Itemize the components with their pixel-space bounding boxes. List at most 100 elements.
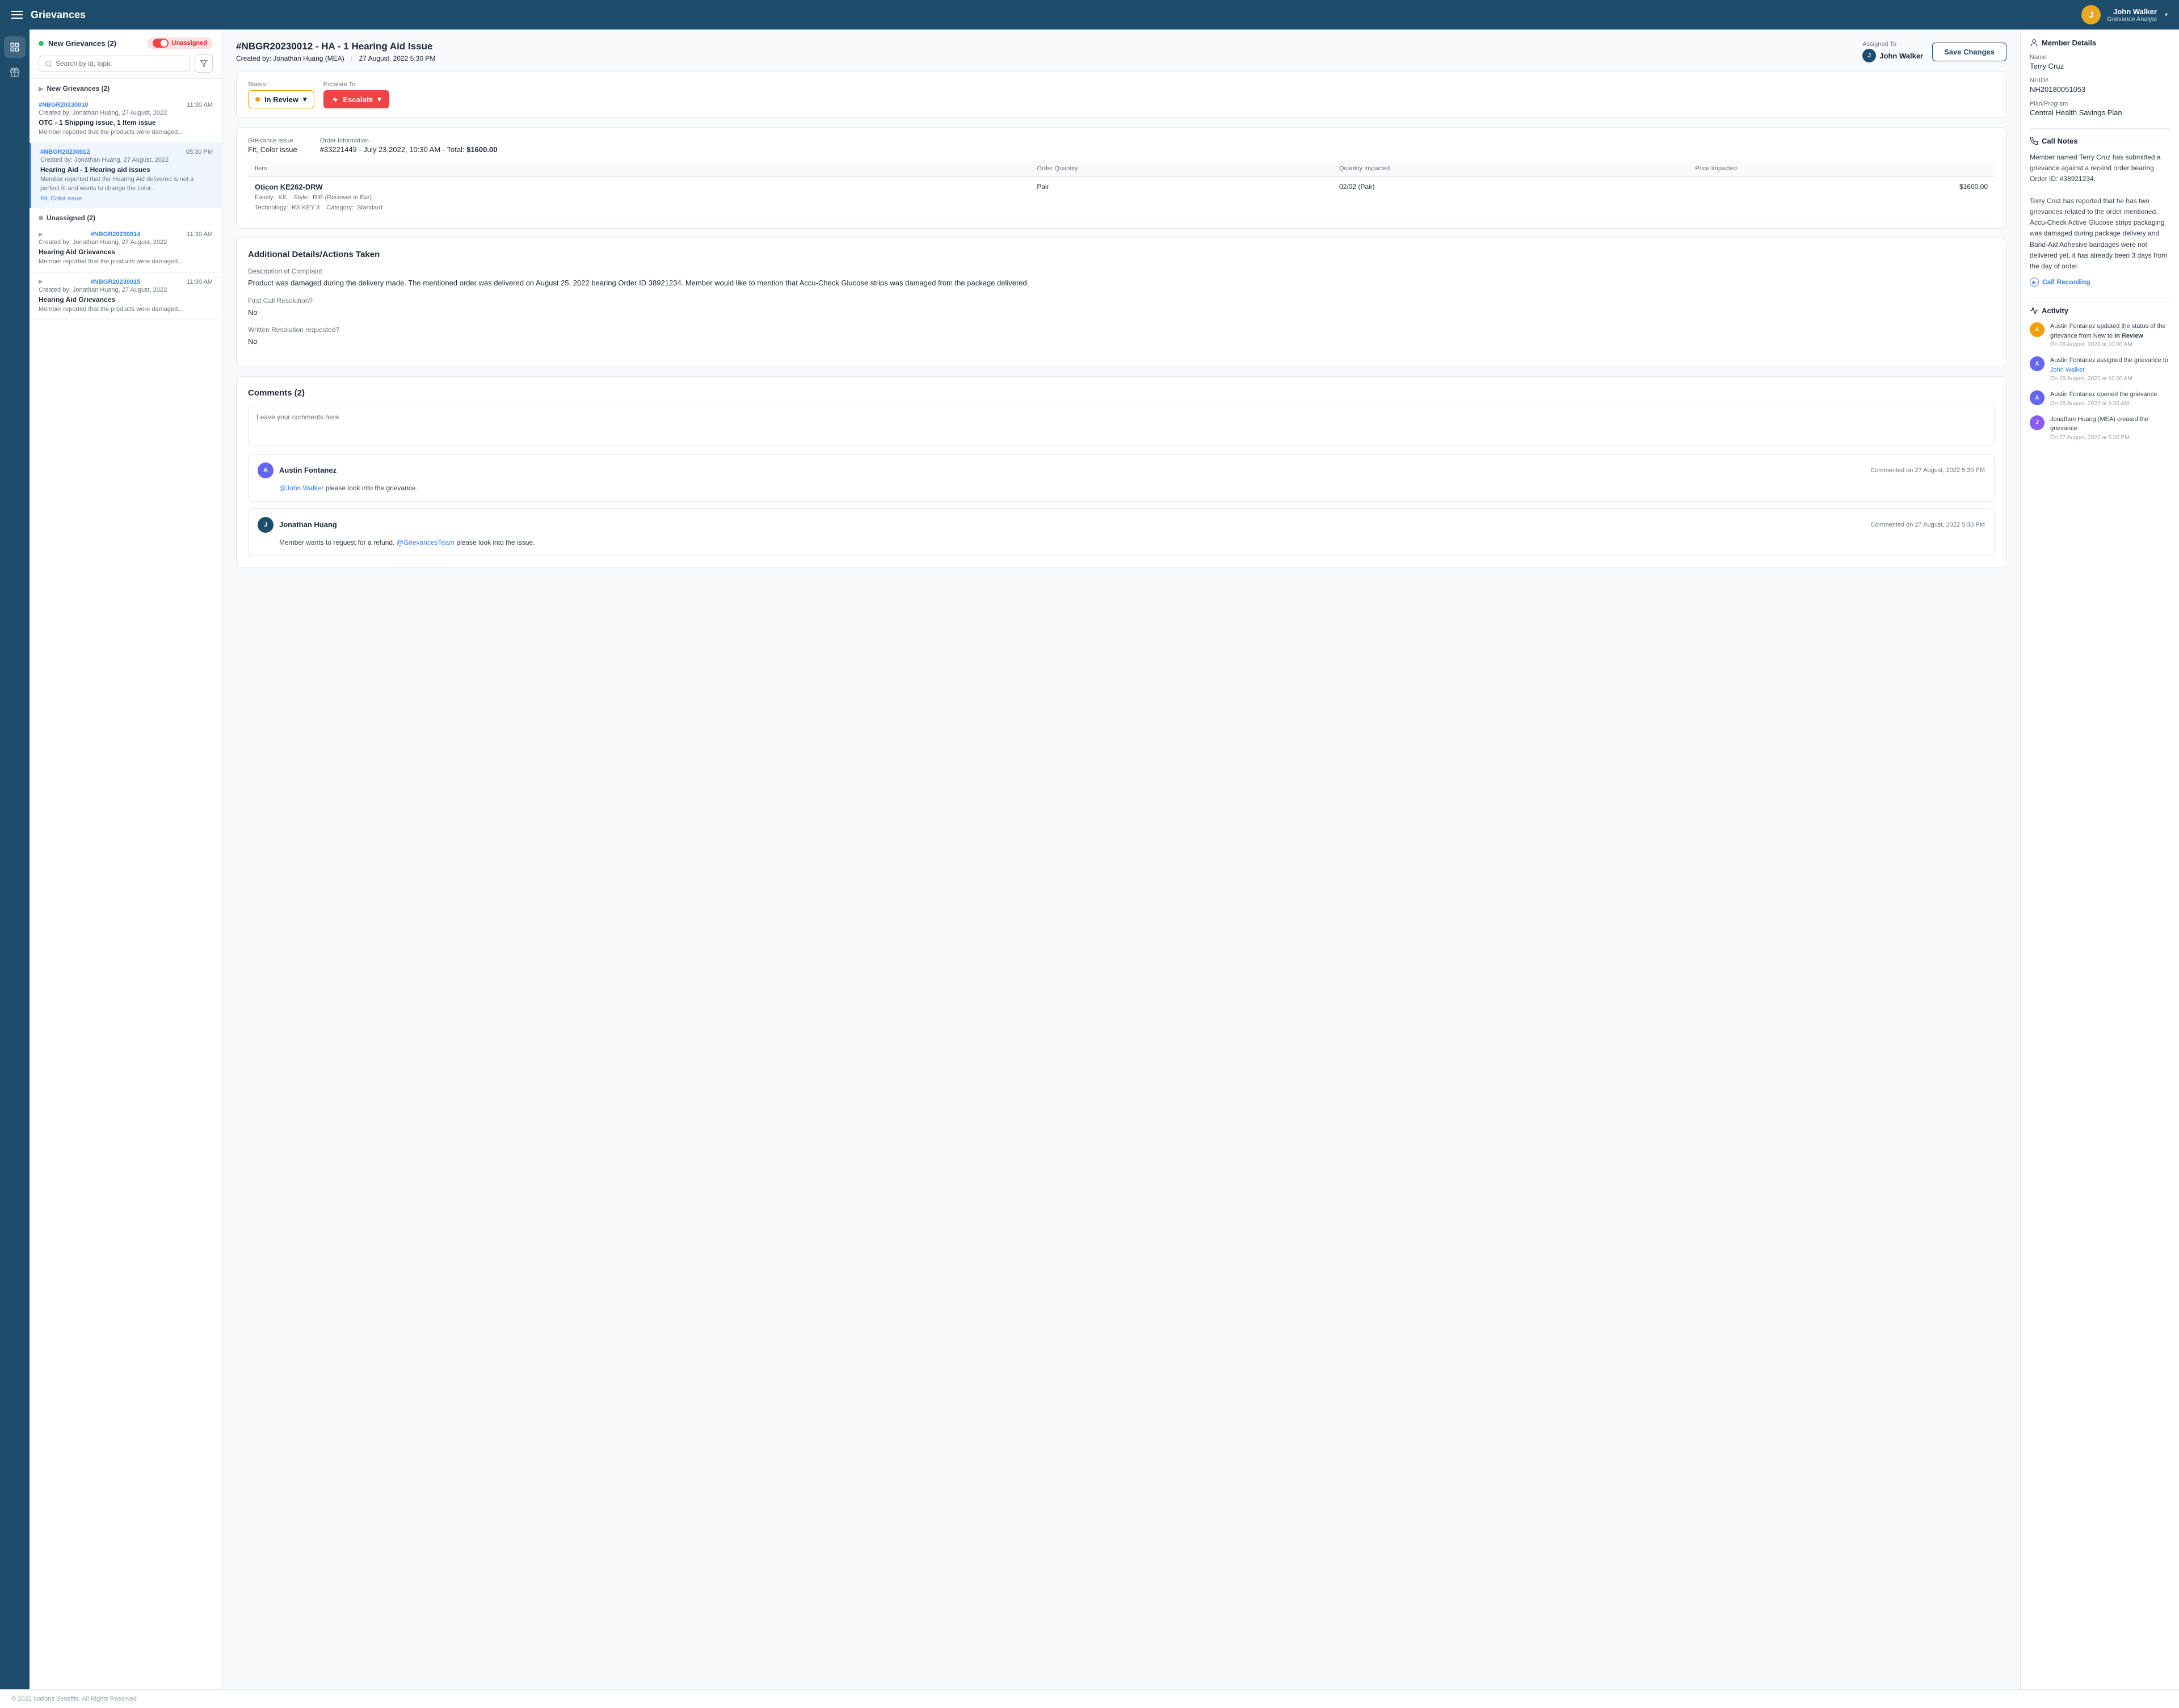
escalate-icon: [331, 96, 339, 103]
section-unassigned: Unassigned (2): [30, 208, 222, 225]
item-time: 11:30 AM: [187, 279, 213, 285]
status-card: Status: In Review ▾ Escalate To: Escalat…: [236, 71, 2006, 118]
user-role: Grievance Analyst: [2106, 16, 2157, 23]
comment-avatar: A: [258, 462, 274, 478]
filter-button[interactable]: [195, 54, 213, 73]
order-table: Item Order Quantity Quantity Impacted Pr…: [248, 161, 1995, 219]
save-changes-button[interactable]: Save Changes: [1932, 43, 2006, 61]
sidebar-item-grid[interactable]: [4, 36, 26, 58]
order-info-label: Order Information: [320, 137, 498, 144]
item-title: OTC - 1 Shipping issue, 1 Item issue: [39, 119, 213, 127]
comment-time: Commented on 27 August, 2022 5:30 PM: [1870, 467, 1985, 474]
grievance-issue-label: Grievance Issue: [248, 137, 297, 144]
comment-mention-link[interactable]: @John Walker: [279, 484, 323, 492]
member-icon: [2030, 39, 2038, 47]
additional-section: Additional Details/Actions Taken Descrip…: [237, 238, 2006, 367]
item-id: #NBGR20230014: [91, 231, 140, 238]
activity-text: Austin Fontanez updated the status of th…: [2050, 322, 2170, 340]
call-notes-title: Call Notes: [2030, 137, 2170, 145]
col-price-impacted: Price Impacted: [1689, 161, 1995, 177]
section-new-label: New Grievances (2): [47, 85, 110, 92]
status-row: Status: In Review ▾ Escalate To: Escalat…: [237, 72, 2006, 117]
sidebar-item-grievances[interactable]: [4, 61, 26, 83]
new-grievances-label: New Grievances (2): [48, 39, 116, 48]
assigned-user-name: John Walker: [1879, 52, 1923, 60]
app-title: Grievances: [31, 9, 86, 21]
activity-text: Jonathan Huang (MEA) created the grievan…: [2050, 415, 2170, 434]
unassigned-toggle[interactable]: [153, 39, 169, 48]
item-time: 05:30 PM: [186, 149, 213, 155]
section-new: ▶ New Grievances (2): [30, 79, 222, 96]
table-row: Oticon KE262-DRW Family: KE Style: RIE (…: [248, 177, 1995, 219]
escalate-button[interactable]: Escalate ▾: [323, 90, 389, 108]
order-info-value[interactable]: #33221449 - July 23,2022, 10:30 AM - Tot…: [320, 145, 498, 154]
search-box: [39, 56, 190, 71]
escalate-chevron: ▾: [377, 95, 381, 104]
col-item: Item: [248, 161, 1030, 177]
table-cell-qty-impacted: 02/02 (Pair): [1332, 177, 1689, 219]
grievance-item[interactable]: ▶ #NBGR20230015 11:30 AM Created by: Jon…: [30, 273, 222, 320]
activity-item: A Austin Fontanez assigned the grievance…: [2030, 356, 2170, 382]
status-dropdown[interactable]: In Review ▾: [248, 90, 314, 108]
name-value: Terry Cruz: [2030, 62, 2170, 70]
created-by-value: Jonathan Huang (MEA): [273, 54, 344, 62]
plan-field: Plan/Program Central Health Savings Plan: [2030, 100, 2170, 117]
activity-avatar: A: [2030, 390, 2045, 405]
nhid-label: NHID#: [2030, 77, 2170, 84]
description-value: Product was damaged during the delivery …: [248, 277, 1995, 289]
table-cell-price: $1600.00: [1689, 177, 1995, 219]
grievance-item[interactable]: #NBGR20230010 11:30 AM Created by: Jonat…: [30, 96, 222, 143]
call-recording-button[interactable]: ▶ Call Recording: [2030, 277, 2090, 287]
member-details-section: Member Details Name Terry Cruz NHID# NH2…: [2030, 39, 2170, 117]
new-grievances-dot: [39, 41, 44, 46]
activity-time: On 27 August, 2022 at 5:30 PM: [2050, 435, 2170, 441]
assigned-section: Assigned To J John Walker Save Changes: [1862, 41, 2006, 62]
search-input[interactable]: [56, 60, 184, 68]
activity-avatar: A: [2030, 356, 2045, 371]
activity-icon: [2030, 306, 2038, 315]
additional-details-card: Additional Details/Actions Taken Descrip…: [236, 238, 2006, 367]
name-label: Name: [2030, 54, 2170, 61]
member-details-title: Member Details: [2030, 39, 2170, 47]
divider: [2030, 128, 2170, 129]
activity-avatar: J: [2030, 415, 2045, 430]
item-tag: Fit, Color issue: [40, 195, 82, 202]
unassigned-dot: [39, 216, 43, 220]
comment-time: Commented on 27 August, 2022 5:30 PM: [1870, 521, 1985, 528]
nhid-value: NH20180051053: [2030, 85, 2170, 94]
grievance-item[interactable]: ▶ #NBGR20230014 11:30 AM Created by: Jon…: [30, 225, 222, 272]
call-recording-label: Call Recording: [2042, 278, 2090, 286]
comment-mention-link[interactable]: @GrievancesTeam: [397, 539, 455, 546]
col-order-qty: Order Quantity: [1030, 161, 1332, 177]
unassigned-badge: Unassigned: [147, 37, 213, 49]
comments-title: Comments (2): [248, 388, 1995, 398]
escalate-button-label: Escalate: [343, 95, 373, 104]
section-chevron-new: ▶: [39, 85, 43, 92]
item-title: Hearing Aid - 1 Hearing aid issues: [40, 166, 213, 174]
hamburger-menu[interactable]: [11, 11, 23, 19]
item-title: Hearing Aid Grievances: [39, 296, 213, 304]
section-unassigned-label: Unassigned (2): [47, 214, 95, 222]
item-created: Created by: Jonathan Huang, 27 August, 2…: [39, 110, 213, 116]
grievance-details-card: Grievance Issue Fit, Color issue Order I…: [236, 127, 2006, 229]
table-cell-order-qty: Pair: [1030, 177, 1332, 219]
assigned-to-label: Assigned To: [1862, 41, 1923, 48]
activity-link[interactable]: John Walker: [2050, 367, 2085, 373]
grievance-item[interactable]: #NBGR20230012 05:30 PM Created by: Jonat…: [30, 143, 222, 208]
item-product-details: Family: KE Style: RIE (Receiver in Ear) …: [255, 193, 1023, 213]
item-created: Created by: Jonathan Huang, 27 August, 2…: [40, 157, 213, 163]
unassigned-label: Unassigned: [172, 40, 207, 47]
activity-text: Austin Fontanez opened the grievance: [2050, 390, 2157, 399]
comment-avatar: J: [258, 517, 274, 533]
written-value: No: [248, 336, 1995, 347]
created-by-label: Created by:: [236, 54, 273, 62]
item-desc: Member reported that the Hearing Aid del…: [40, 175, 213, 193]
chevron-right-icon: ▶: [39, 279, 43, 285]
grievance-header: #NBGR20230012 - HA - 1 Hearing Aid Issue…: [236, 41, 2006, 62]
comment-input[interactable]: [248, 406, 1995, 445]
activity-avatar: A: [2030, 322, 2045, 337]
icon-sidebar: [0, 30, 30, 1689]
details-section: Grievance Issue Fit, Color issue Order I…: [237, 128, 2006, 228]
grievance-id-title: #NBGR20230012 - HA - 1 Hearing Aid Issue: [236, 41, 435, 52]
user-menu-chevron[interactable]: ▾: [2165, 12, 2168, 18]
